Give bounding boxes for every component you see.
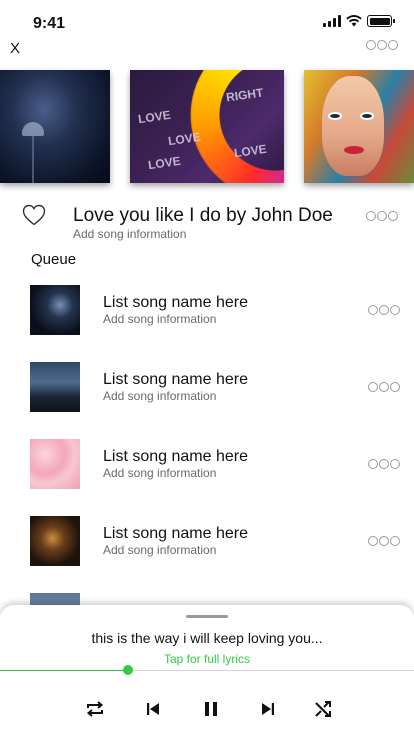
album-art-face-mural[interactable]: [304, 70, 414, 183]
playback-controls: [0, 697, 414, 721]
pause-icon[interactable]: [199, 697, 223, 721]
now-playing-more-icon[interactable]: [366, 211, 398, 221]
queue-item-more-icon[interactable]: [368, 536, 400, 546]
now-playing-subtitle: Add song information: [73, 227, 187, 241]
queue-item-subtitle: Add song information: [103, 389, 217, 403]
queue-item-subtitle: Add song information: [103, 543, 217, 557]
close-button[interactable]: X: [10, 40, 28, 58]
queue-item[interactable]: List song name here Add song information: [0, 362, 414, 412]
player-sheet[interactable]: this is the way i will keep loving you..…: [0, 605, 414, 736]
queue-item[interactable]: List song name here Add song information: [0, 516, 414, 566]
queue-item[interactable]: List song name here Add song information: [0, 285, 414, 335]
queue-item[interactable]: List song name here Add song information: [0, 439, 414, 489]
battery-icon: [367, 15, 395, 27]
shuffle-icon[interactable]: [311, 697, 335, 721]
status-time: 9:41: [33, 15, 66, 32]
queue-heading: Queue: [31, 251, 77, 268]
queue-item-thumbnail: [30, 439, 80, 489]
repeat-icon[interactable]: [83, 697, 107, 721]
lyric-line: this is the way i will keep loving you..…: [91, 630, 323, 646]
queue-item-subtitle: Add song information: [103, 312, 217, 326]
queue-item-more-icon[interactable]: [368, 382, 400, 392]
queue-item-title: List song name here: [103, 448, 248, 465]
queue-item-title: List song name here: [103, 371, 248, 388]
now-playing-title: Love you like I do by John Doe: [73, 205, 333, 226]
queue-item-title: List song name here: [103, 525, 248, 542]
previous-icon[interactable]: [141, 697, 165, 721]
wifi-icon: [346, 15, 362, 27]
album-art-carousel[interactable]: LOVE LOVE LOVE RIGHT LOVE: [0, 70, 414, 186]
heart-icon[interactable]: [22, 204, 46, 226]
progress-fill: [0, 670, 129, 671]
cellular-signal-icon: [323, 15, 341, 27]
queue-item-subtitle: Add song information: [103, 466, 217, 480]
progress-knob[interactable]: [123, 665, 134, 675]
status-icons: [323, 15, 395, 27]
album-art-rainbow[interactable]: LOVE LOVE LOVE RIGHT LOVE: [130, 70, 284, 183]
queue-item-thumbnail: [30, 285, 80, 335]
album-art-concert[interactable]: [0, 70, 110, 183]
queue-item-more-icon[interactable]: [368, 459, 400, 469]
queue-item-thumbnail: [30, 362, 80, 412]
queue-item-more-icon[interactable]: [368, 305, 400, 315]
queue-item-title: List song name here: [103, 294, 248, 311]
full-lyrics-link[interactable]: Tap for full lyrics: [0, 652, 414, 666]
status-bar: 9:41: [0, 0, 414, 44]
sheet-grabber-handle[interactable]: [186, 615, 228, 618]
progress-bar[interactable]: [0, 665, 414, 675]
queue-item-thumbnail: [30, 516, 80, 566]
next-icon[interactable]: [256, 697, 280, 721]
more-options-icon[interactable]: [366, 40, 398, 50]
